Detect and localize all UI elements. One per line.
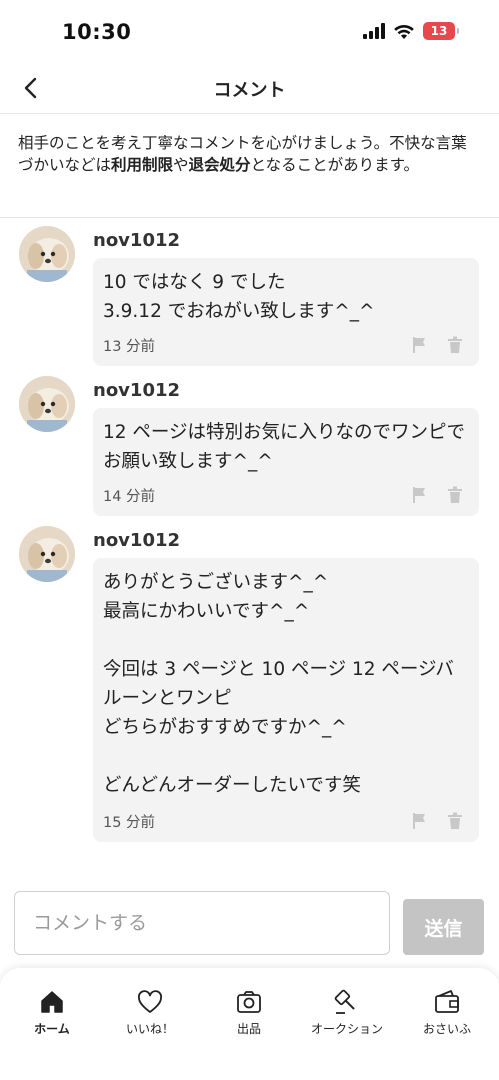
send-button[interactable]: 送信	[403, 899, 484, 955]
cellular-signal-icon	[363, 23, 385, 39]
comment-time: 13 分前	[103, 339, 156, 355]
trash-icon[interactable]	[447, 486, 463, 504]
dog-avatar-image	[19, 526, 75, 582]
nav-label-sell: 出品	[236, 1022, 261, 1036]
bottom-nav: ホーム いいね！ 出品 オークション おさいふ	[0, 968, 499, 1080]
home-icon	[41, 991, 63, 1013]
comment-guideline-notice: 相手のことを考え丁寧なコメントを心がけましょう。不快な言葉づかいなどは利用制限や…	[0, 114, 499, 218]
notice-term-withdrawal: 退会処分	[188, 156, 251, 174]
notice-text-mid: や	[173, 156, 189, 174]
nav-label-likes: いいね！	[125, 1022, 174, 1036]
wallet-icon	[435, 990, 459, 1013]
report-flag-icon[interactable]	[411, 336, 427, 354]
comment-time: 14 分前	[103, 489, 156, 505]
comment-bubble: 10 ではなく 9 でした 3.9.12 でおねがい致します^_^ 13 分前	[93, 258, 479, 366]
notice-term-restriction: 利用制限	[111, 156, 174, 174]
header: コメント	[0, 64, 499, 114]
nav-label-home: ホーム	[34, 1022, 70, 1036]
avatar[interactable]	[19, 526, 75, 582]
comment-footer: 15 分前	[103, 810, 467, 832]
status-time: 10:30	[62, 20, 132, 44]
heart-icon	[138, 990, 162, 1013]
trash-icon[interactable]	[447, 336, 463, 354]
comment-username[interactable]: nov1012	[93, 230, 180, 251]
camera-icon	[237, 991, 261, 1013]
comment-bubble: 12 ページは特別お気に入りなのでワンピでお願い致します^_^ 14 分前	[93, 408, 479, 516]
comment-text: 12 ページは特別お気に入りなのでワンピでお願い致します^_^	[103, 422, 466, 472]
comment-username[interactable]: nov1012	[93, 530, 180, 551]
nav-item-home[interactable]: ホーム	[7, 988, 97, 1037]
nav-item-sell[interactable]: 出品	[204, 988, 294, 1037]
status-bar: 10:30 13	[0, 0, 499, 64]
dog-avatar-image	[19, 226, 75, 282]
page-title: コメント	[213, 80, 286, 101]
comment-input[interactable]	[14, 891, 390, 955]
battery-level: 13	[430, 24, 448, 38]
report-flag-icon[interactable]	[411, 812, 427, 830]
nav-item-wallet[interactable]: おさいふ	[402, 988, 492, 1037]
avatar[interactable]	[19, 376, 75, 432]
comment-footer: 13 分前	[103, 334, 467, 356]
nav-label-auction: オークション	[310, 1022, 383, 1036]
comment-time: 15 分前	[103, 815, 156, 831]
report-flag-icon[interactable]	[411, 486, 427, 504]
notice-text-after: となることがあります。	[250, 156, 420, 174]
battery-icon: 13	[423, 22, 459, 40]
nav-item-auction[interactable]: オークション	[302, 988, 392, 1037]
nav-label-wallet: おさいふ	[422, 1022, 471, 1036]
comment-bubble: ありがとうございます^_^ 最高にかわいいです^_^ 今回は 3 ページと 10…	[93, 558, 479, 842]
gavel-icon	[334, 989, 355, 1014]
dog-avatar-image	[19, 376, 75, 432]
nav-item-likes[interactable]: いいね！	[105, 988, 195, 1037]
comment-footer: 14 分前	[103, 484, 467, 506]
wifi-icon	[394, 24, 414, 39]
comment-text: ありがとうございます^_^ 最高にかわいいです^_^ 今回は 3 ページと 10…	[103, 572, 454, 796]
comment-username[interactable]: nov1012	[93, 380, 180, 401]
avatar[interactable]	[19, 226, 75, 282]
status-icons: 13	[363, 22, 459, 40]
trash-icon[interactable]	[447, 812, 463, 830]
comment-text: 10 ではなく 9 でした 3.9.12 でおねがい致します^_^	[103, 272, 375, 322]
